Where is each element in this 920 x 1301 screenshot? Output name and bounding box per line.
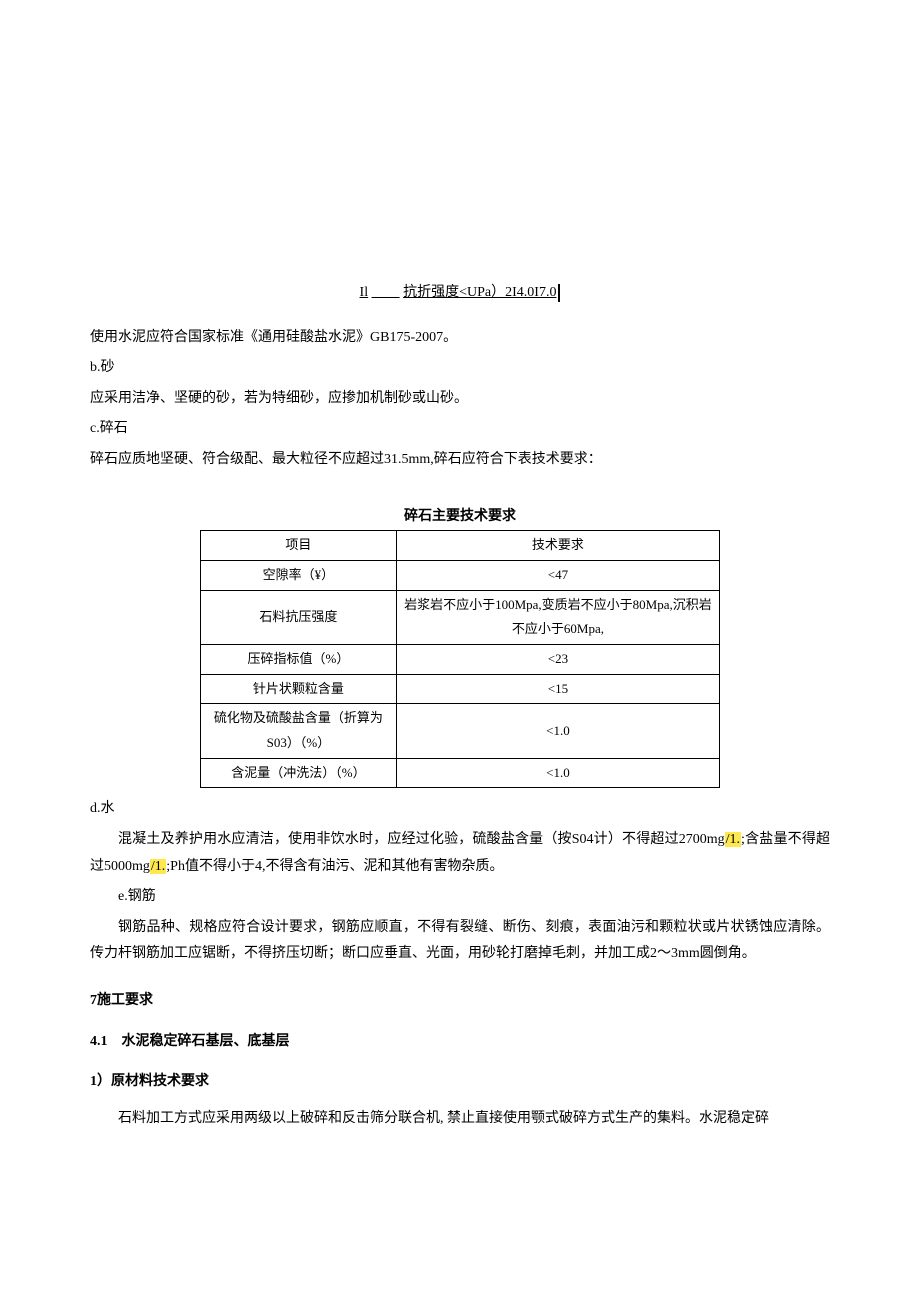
heading-raw-materials: 1）原材料技术要求 <box>90 1069 830 1096</box>
table-cell: 硫化物及硫酸盐含量（折算为S03）（%） <box>201 704 397 758</box>
table-header: 技术要求 <box>396 531 719 561</box>
table-cell: <1.0 <box>396 704 719 758</box>
top-underlined-line: Il 抗折强度<UPa）2I4.0I7.0 <box>90 280 830 307</box>
label-b-sand: b.砂 <box>90 355 830 382</box>
table-cell: <47 <box>396 560 719 590</box>
heading-7: 7施工要求 <box>90 988 830 1015</box>
table-cell: 含泥量（冲洗法）（%） <box>201 758 397 788</box>
table-cell: <1.0 <box>396 758 719 788</box>
para-rebar: 钢筋品种、规格应符合设计要求，钢筋应顺直，不得有裂缝、断伤、刻痕，表面油污和颗粒… <box>90 915 830 968</box>
table-row: 石料抗压强度 岩浆岩不应小于100Mpa,变质岩不应小于80Mpa,沉积岩不应小… <box>201 590 720 644</box>
table-title: 碎石主要技术要求 <box>90 504 830 531</box>
table-cell: 空隙率（¥） <box>201 560 397 590</box>
para-water: 混凝土及养护用水应清洁，使用非饮水时，应经过化验，硫酸盐含量（按S04计）不得超… <box>90 827 830 880</box>
para-sand: 应采用洁净、坚硬的砂，若为特细砂，应掺加机制砂或山砂。 <box>90 386 830 413</box>
table-cell: 岩浆岩不应小于100Mpa,变质岩不应小于80Mpa,沉积岩不应小于60Mpa, <box>396 590 719 644</box>
table-header: 项目 <box>201 531 397 561</box>
label-c-stone: c.碎石 <box>90 416 830 443</box>
table-row: 硫化物及硫酸盐含量（折算为S03）（%） <1.0 <box>201 704 720 758</box>
table-cell: 石料抗压强度 <box>201 590 397 644</box>
stone-requirements-table: 项目 技术要求 空隙率（¥） <47 石料抗压强度 岩浆岩不应小于100Mpa,… <box>200 530 720 788</box>
table-row: 空隙率（¥） <47 <box>201 560 720 590</box>
table-row: 针片状颗粒含量 <15 <box>201 674 720 704</box>
table-cell: <23 <box>396 644 719 674</box>
label-d-water: d.水 <box>90 796 830 823</box>
top-right: 抗折强度<UPa）2I4.0I7.0 <box>403 285 556 300</box>
top-left: Il <box>360 285 369 300</box>
water-text-3: ;Ph值不得小于4,不得含有油污、泥和其他有害物杂质。 <box>166 859 503 874</box>
table-row: 压碎指标值（%） <23 <box>201 644 720 674</box>
para-cement: 使用水泥应符合国家标准《通用硅酸盐水泥》GB175-2007。 <box>90 325 830 352</box>
para-stone-intro: 碎石应质地坚硬、符合级配、最大粒径不应超过31.5mm,碎石应符合下表技术要求： <box>90 447 830 474</box>
heading-4-1: 4.1 水泥稳定碎石基层、底基层 <box>90 1029 830 1056</box>
label-e-rebar: e.钢筋 <box>90 884 830 911</box>
table-cell: <15 <box>396 674 719 704</box>
highlight-2: /1. <box>150 859 166 874</box>
table-cell: 压碎指标值（%） <box>201 644 397 674</box>
table-cell: 针片状颗粒含量 <box>201 674 397 704</box>
cursor-mark <box>558 284 560 302</box>
table-row: 项目 技术要求 <box>201 531 720 561</box>
table-row: 含泥量（冲洗法）（%） <1.0 <box>201 758 720 788</box>
water-text-1: 混凝土及养护用水应清洁，使用非饮水时，应经过化验，硫酸盐含量（按S04计）不得超… <box>118 832 725 847</box>
highlight-1: /1. <box>725 832 741 847</box>
para-raw-materials: 石料加工方式应采用两级以上破碎和反击筛分联合机, 禁止直接使用颚式破碎方式生产的… <box>90 1106 830 1133</box>
